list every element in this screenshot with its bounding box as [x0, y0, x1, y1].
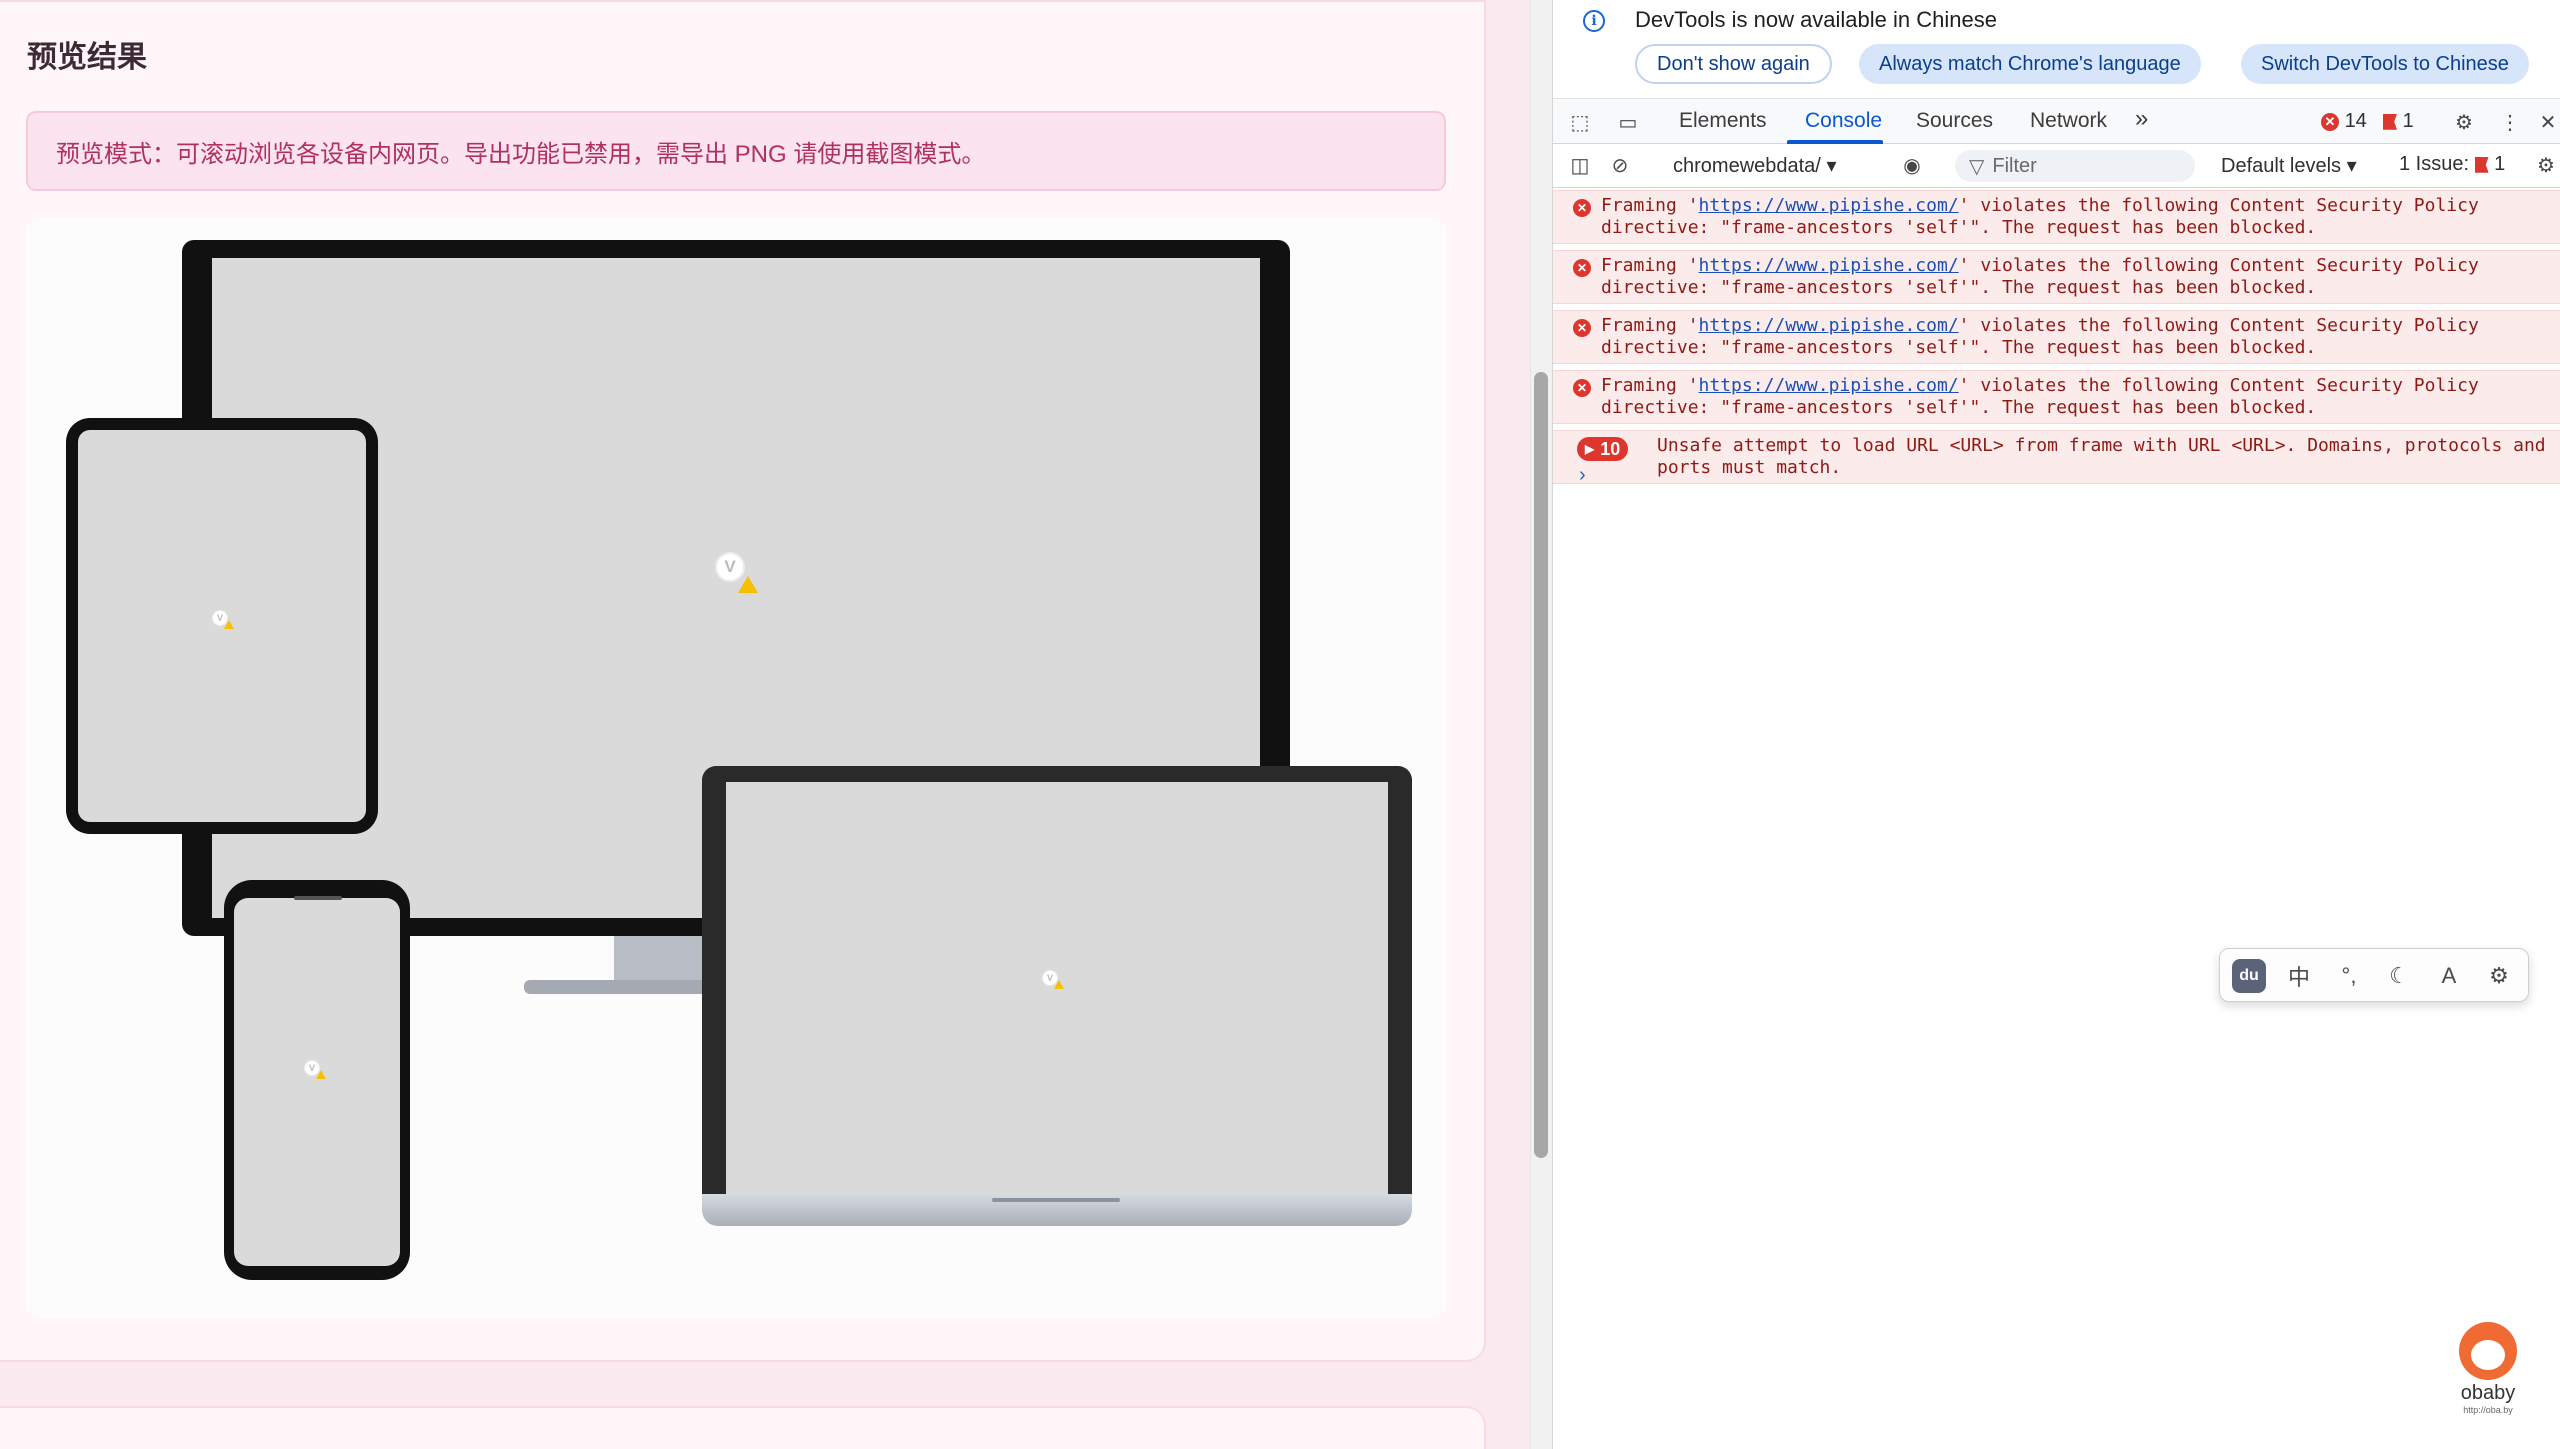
sidebar-toggle-icon[interactable]: ◫ [1567, 152, 1593, 178]
info-icon: i [1583, 10, 1605, 32]
ime-moon-icon[interactable]: ☾ [2382, 959, 2416, 993]
console-error-message[interactable]: ✕ Framing 'https://www.pipishe.com/' vio… [1553, 190, 2560, 244]
ime-logo-icon[interactable]: du [2232, 959, 2266, 993]
ime-settings-icon[interactable]: ⚙ [2482, 959, 2516, 993]
tab-console[interactable]: Console [1805, 109, 1882, 133]
console-output: ✕ Framing 'https://www.pipishe.com/' vio… [1553, 190, 2560, 490]
watermark-label: obaby [2460, 1382, 2516, 1404]
preview-notice-text: 预览模式：可滚动浏览各设备内网页。导出功能已禁用，需导出 PNG 请使用截图模式… [56, 140, 986, 168]
error-counter[interactable]: ✕ 14 [2321, 110, 2367, 133]
language-infobar: i DevTools is now available in Chinese D… [1553, 0, 2560, 92]
close-devtools-icon[interactable]: ✕ [2535, 109, 2560, 135]
error-icon: ✕ [1573, 379, 1591, 397]
console-settings-icon[interactable]: ⚙ [2533, 152, 2559, 178]
console-prompt[interactable]: › [1579, 464, 1586, 487]
infobar-text: DevTools is now available in Chinese [1635, 7, 1997, 32]
warning-icon [1054, 980, 1064, 989]
switch-chinese-button[interactable]: Switch DevTools to Chinese [2241, 44, 2529, 84]
error-icon: ✕ [1573, 199, 1591, 217]
more-tabs-button[interactable]: » [2135, 105, 2148, 133]
more-options-icon[interactable]: ⋮ [2497, 109, 2523, 135]
clear-console-icon[interactable]: ⊘ [1607, 152, 1633, 178]
settings-gear-icon[interactable]: ⚙ [2451, 109, 2477, 135]
ime-punctuation-icon[interactable]: °, [2332, 959, 2366, 993]
ime-skin-icon[interactable]: A [2432, 959, 2466, 993]
issue-counter[interactable]: 1 [2383, 110, 2414, 133]
laptop-hinge [992, 1198, 1120, 1202]
preview-page: 预览结果 预览模式：可滚动浏览各设备内网页。导出功能已禁用，需导出 PNG 请使… [0, 0, 1530, 1449]
match-language-button[interactable]: Always match Chrome's language [1859, 44, 2201, 84]
tab-elements[interactable]: Elements [1679, 109, 1767, 133]
filter-input[interactable]: ▽ Filter [1955, 150, 2195, 182]
context-selector[interactable]: chromewebdata/ ▾ [1673, 153, 1836, 178]
issue-flag-icon [2383, 113, 2397, 130]
tab-sources[interactable]: Sources [1916, 109, 1993, 133]
device-stage: V V V V [26, 218, 1446, 1318]
console-error-message[interactable]: ✕ Framing 'https://www.pipishe.com/' vio… [1553, 250, 2560, 304]
page-title: 预览结果 [27, 41, 147, 74]
warning-icon [738, 576, 758, 593]
inspect-element-icon[interactable]: ⬚ [1567, 109, 1593, 135]
expand-triangle-icon: ▶ [1585, 442, 1595, 456]
ime-chinese-mode-icon[interactable]: 中 [2282, 959, 2316, 993]
watermark-url: http://oba.by [2463, 1405, 2513, 1415]
issues-button[interactable]: 1 Issue: 1 [2399, 153, 2505, 176]
dont-show-again-button[interactable]: Don't show again [1635, 44, 1832, 84]
repeat-count-badge[interactable]: ▶ 10 [1577, 437, 1629, 461]
devtools-tabbar: ⬚ ▭ Elements Console Sources Network » ✕… [1553, 98, 2560, 144]
error-icon: ✕ [1573, 259, 1591, 277]
console-grouped-error[interactable]: ▶ 10 Unsafe attempt to load URL <URL> fr… [1553, 430, 2560, 484]
devtools-panel: i DevTools is now available in Chinese D… [1552, 0, 2560, 1449]
device-toolbar-icon[interactable]: ▭ [1615, 109, 1641, 135]
ime-toolbar: du 中 °, ☾ A ⚙ [2219, 948, 2529, 1002]
preview-notice: 预览模式：可滚动浏览各设备内网页。导出功能已禁用，需导出 PNG 请使用截图模式… [26, 111, 1446, 191]
error-icon: ✕ [1573, 319, 1591, 337]
tablet-screen[interactable] [78, 430, 366, 822]
laptop-screen[interactable] [726, 782, 1388, 1196]
message-url-link[interactable]: https://www.pipishe.com/ [1699, 195, 1959, 216]
console-toolbar: ◫ ⊘ chromewebdata/ ▾ ◉ ▽ Filter Default … [1553, 144, 2560, 188]
tab-network[interactable]: Network [2030, 109, 2107, 133]
next-card [0, 1406, 1486, 1449]
message-url-link[interactable]: https://www.pipishe.com/ [1699, 315, 1959, 336]
obaby-watermark: obaby http://oba.by [2443, 1322, 2533, 1415]
log-levels-dropdown[interactable]: Default levels ▾ [2221, 153, 2357, 178]
issue-flag-icon [2474, 156, 2489, 173]
filter-funnel-icon: ▽ [1969, 155, 1985, 178]
fox-logo-icon [2459, 1322, 2517, 1380]
chevron-down-icon: ▾ [2346, 155, 2357, 177]
warning-icon [316, 1070, 326, 1079]
warning-icon [224, 620, 234, 629]
phone-screen[interactable] [234, 898, 400, 1266]
live-expression-eye-icon[interactable]: ◉ [1899, 152, 1925, 178]
console-error-message[interactable]: ✕ Framing 'https://www.pipishe.com/' vio… [1553, 310, 2560, 364]
phone-notch [294, 896, 342, 900]
scrollbar-thumb[interactable] [1534, 372, 1548, 1158]
chevron-down-icon: ▾ [1826, 155, 1837, 177]
error-icon: ✕ [2321, 112, 2339, 131]
console-error-message[interactable]: ✕ Framing 'https://www.pipishe.com/' vio… [1553, 370, 2560, 424]
message-url-link[interactable]: https://www.pipishe.com/ [1699, 255, 1959, 276]
message-url-link[interactable]: https://www.pipishe.com/ [1699, 375, 1959, 396]
